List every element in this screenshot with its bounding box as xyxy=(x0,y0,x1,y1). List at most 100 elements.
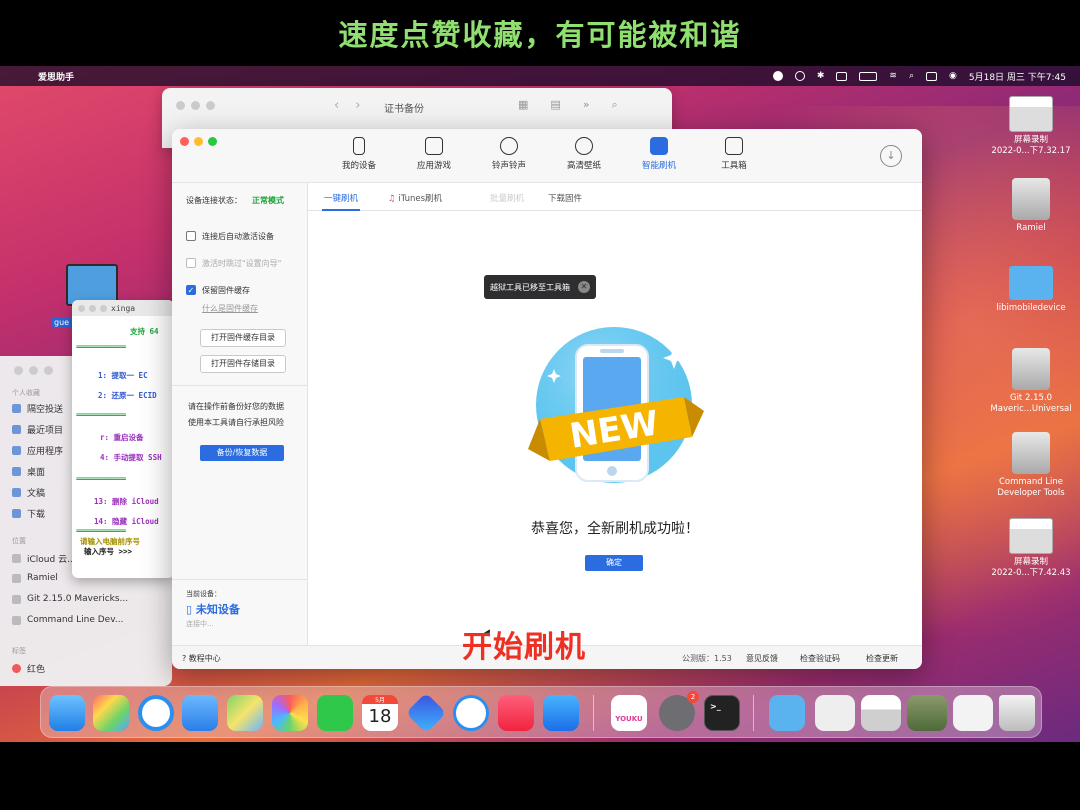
terminal-line: 1: 提取一 EC xyxy=(98,371,148,380)
app-store-icon xyxy=(425,137,443,155)
downloads-folder-icon[interactable] xyxy=(769,695,805,731)
music-icon[interactable] xyxy=(498,695,534,731)
check-update-link[interactable]: 检查更新 xyxy=(866,653,898,664)
screenshot-thumbnail-icon xyxy=(1009,518,1053,554)
minimize-button[interactable] xyxy=(194,137,203,146)
menu-extras: ✱ ≋ ⌕ ◉ 5月18日 周三 下午7:45 xyxy=(772,70,1066,83)
sidebar-item-command-line[interactable]: Command Line Dev... xyxy=(12,615,152,625)
safari-icon[interactable] xyxy=(138,695,174,731)
minimize-button[interactable] xyxy=(89,304,96,312)
tab-my-device[interactable]: 我的设备 xyxy=(324,137,394,171)
current-device-label: 当前设备： xyxy=(186,590,221,598)
terminal-prompt[interactable]: 输入序号 >>> xyxy=(84,546,132,557)
desktop-libimobiledevice-folder[interactable]: libimobiledevice xyxy=(983,266,1079,314)
finder-icon[interactable] xyxy=(49,695,85,731)
calendar-icon[interactable]: 5月 18 xyxy=(362,695,398,731)
screen: 速度点赞收藏，有可能被和谐 爱思助手 ✱ ≋ ⌕ ◉ 5月18日 周三 下午7:… xyxy=(0,0,1080,810)
terminal-window[interactable]: xinga 支持 64 ============== 1: 提取一 EC 2: … xyxy=(72,300,174,578)
tab-apps-games[interactable]: 应用游戏 xyxy=(399,137,469,171)
terminal-line: r: 重启设备 xyxy=(100,433,144,442)
close-button[interactable] xyxy=(176,101,185,110)
close-button[interactable] xyxy=(180,137,189,146)
battery-icon[interactable] xyxy=(859,71,878,81)
terminal-icon[interactable]: >_ xyxy=(704,695,740,731)
vpn-icon[interactable] xyxy=(794,71,805,81)
zoom-button[interactable] xyxy=(208,137,217,146)
sidebar-item-git[interactable]: Git 2.15.0 Mavericks... xyxy=(12,594,152,604)
youku-label: YOUKU xyxy=(615,715,643,723)
launchpad-icon[interactable] xyxy=(93,695,129,731)
open-storage-dir-button[interactable]: 打开固件存储目录 xyxy=(200,355,286,373)
minimize-button[interactable] xyxy=(191,101,200,110)
skip-setup-checkbox[interactable] xyxy=(186,258,196,268)
stack-screenshot-icon[interactable] xyxy=(953,695,993,731)
skip-setup-label: 激活时跳过"设置向导" xyxy=(202,259,282,268)
wifi-icon[interactable]: ≋ xyxy=(889,71,897,81)
app-store-icon[interactable] xyxy=(543,695,579,731)
system-preferences-icon[interactable]: 2 xyxy=(659,691,699,731)
tab-one-click-flash[interactable]: 一键刷机 xyxy=(324,192,358,204)
diamond-app-icon[interactable] xyxy=(405,692,447,734)
view-grid-icon[interactable]: ▦ xyxy=(518,98,528,112)
caption-text: 速度点赞收藏，有可能被和谐 xyxy=(338,18,742,52)
input-method-icon[interactable] xyxy=(836,71,848,81)
tab-wallpapers[interactable]: 高清壁纸 xyxy=(549,137,619,171)
tab-itunes-flash[interactable]: ♫ iTunes刷机 xyxy=(388,192,442,204)
desktop-screen-recording-2[interactable]: 屏幕录制 2022-0...下7.42.43 xyxy=(983,518,1079,579)
active-app-name[interactable]: 爱思助手 xyxy=(38,70,74,83)
facetime-icon[interactable] xyxy=(317,695,353,731)
tab-smart-flash[interactable]: 智能刷机 xyxy=(624,137,694,171)
check-verify-link[interactable]: 检查验证码 xyxy=(800,653,840,664)
sidebar-item-tag-red[interactable]: 红色 xyxy=(12,662,152,675)
spotlight-search-icon[interactable]: ⌕ xyxy=(909,71,914,81)
open-cache-dir-button[interactable]: 打开固件缓存目录 xyxy=(200,329,286,347)
control-center-icon[interactable] xyxy=(926,71,938,81)
download-icon[interactable]: ↓ xyxy=(880,145,902,167)
photos-icon[interactable] xyxy=(272,695,308,731)
terminal-line: 4: 手动提取 SSH xyxy=(100,453,162,462)
mail-icon[interactable] xyxy=(182,695,218,731)
tab-toolbox[interactable]: 工具箱 xyxy=(699,137,769,171)
maps-icon[interactable] xyxy=(227,695,263,731)
more-icon[interactable]: » xyxy=(583,98,590,112)
tab-ringtones[interactable]: 铃声铃声 xyxy=(474,137,544,171)
minimize-button[interactable] xyxy=(29,366,38,375)
tab-download-firmware[interactable]: 下载固件 xyxy=(548,192,582,204)
tab-batch-flash[interactable]: 批量刷机 xyxy=(490,192,524,204)
zoom-button[interactable] xyxy=(206,101,215,110)
menubar-clock[interactable]: 5月18日 周三 下午7:45 xyxy=(969,70,1066,83)
siri-icon[interactable]: ◉ xyxy=(949,71,957,81)
video-caption: 速度点赞收藏，有可能被和谐 xyxy=(0,0,1080,66)
stack-screenshot-icon[interactable] xyxy=(907,695,947,731)
help-center-link[interactable]: ? 教程中心 xyxy=(182,653,221,664)
tool-label: 工具箱 xyxy=(721,161,747,171)
close-button[interactable] xyxy=(78,304,85,312)
bluetooth-icon[interactable]: ✱ xyxy=(817,71,825,81)
aisi-assistant-window[interactable]: 我的设备 应用游戏 铃声铃声 高清壁纸 智能刷机 工具箱 ↓ 设备连接状态： 正… xyxy=(172,129,922,669)
feedback-link[interactable]: 意见反馈 xyxy=(746,653,778,664)
trash-icon[interactable] xyxy=(999,695,1035,731)
back-arrow-icon[interactable]: ‹ xyxy=(334,98,339,113)
stack-screenshot-icon[interactable] xyxy=(861,695,901,731)
record-icon[interactable] xyxy=(772,71,783,81)
desktop-command-line-disk[interactable]: Command Line Developer Tools xyxy=(983,432,1079,499)
youku-icon[interactable]: YOUKU xyxy=(611,695,647,731)
forward-arrow-icon[interactable]: › xyxy=(355,98,360,113)
aisi-assistant-icon[interactable] xyxy=(453,695,489,731)
close-button[interactable] xyxy=(14,366,23,375)
tooltip-close-icon[interactable]: ✕ xyxy=(578,281,590,293)
stack-screenshot-icon[interactable] xyxy=(815,695,855,731)
desktop-ramiel-disk[interactable]: Ramiel xyxy=(983,178,1079,234)
search-icon[interactable]: ⌕ xyxy=(612,98,618,112)
desktop-screen-recording-1[interactable]: 屏幕录制 2022-0...下7.32.17 xyxy=(983,96,1079,157)
applications-icon xyxy=(12,446,21,455)
auto-activate-checkbox[interactable] xyxy=(186,231,196,241)
firmware-cache-help-link[interactable]: 什么是固件缓存 xyxy=(202,303,258,314)
group-icon[interactable]: ▤ xyxy=(550,98,560,112)
zoom-button[interactable] xyxy=(100,304,107,312)
backup-restore-button[interactable]: 备份/恢复数据 xyxy=(200,445,284,461)
keep-firmware-cache-checkbox[interactable]: ✓ xyxy=(186,285,196,295)
confirm-button[interactable]: 确定 xyxy=(585,555,643,571)
desktop-git-disk[interactable]: Git 2.15.0 Maveric...Universal xyxy=(983,348,1079,415)
zoom-button[interactable] xyxy=(44,366,53,375)
